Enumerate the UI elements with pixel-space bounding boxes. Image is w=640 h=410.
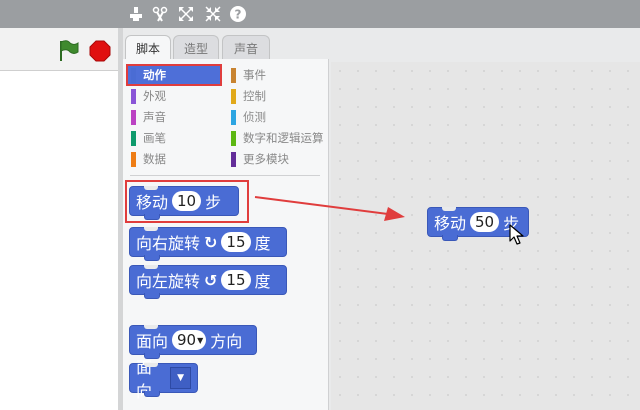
category-more-blocks[interactable]: 更多模块 xyxy=(231,150,328,168)
category-color-bar xyxy=(231,109,236,125)
category-color-bar xyxy=(231,130,236,146)
block-text: 方向 xyxy=(210,332,243,351)
block-text: 移动 xyxy=(434,214,467,233)
turn-left-block[interactable]: 向左旋转 ↺ 15 度 xyxy=(129,265,287,299)
direction-value: 90 xyxy=(177,331,197,349)
block-text: 向左旋转 xyxy=(136,272,201,291)
category-operators[interactable]: 数字和逻辑运算 xyxy=(231,129,328,147)
category-color-bar xyxy=(231,151,236,167)
rotate-cw-icon: ↻ xyxy=(204,232,218,252)
delete-icon[interactable] xyxy=(150,4,170,24)
category-label: 控制 xyxy=(243,89,266,103)
category-events[interactable]: 事件 xyxy=(231,66,328,84)
category-pen[interactable]: 画笔 xyxy=(131,129,226,147)
category-label: 声音 xyxy=(143,110,166,124)
mouse-cursor-icon xyxy=(509,224,524,245)
category-label: 数字和逻辑运算 xyxy=(243,131,324,145)
tab-sounds[interactable]: 声音 xyxy=(222,35,270,60)
help-icon[interactable]: ? xyxy=(228,4,248,24)
category-color-bar xyxy=(231,88,236,104)
degrees-input[interactable]: 15 xyxy=(221,232,251,252)
category-label: 外观 xyxy=(143,89,166,103)
steps-input[interactable]: 50 xyxy=(470,212,500,232)
green-flag-icon[interactable] xyxy=(57,39,79,63)
category-data[interactable]: 数据 xyxy=(131,150,226,168)
stage-panel xyxy=(0,28,118,410)
category-color-bar xyxy=(131,88,136,104)
category-looks[interactable]: 外观 xyxy=(131,87,226,105)
rotate-ccw-icon: ↺ xyxy=(204,270,218,290)
block-text: 面向 xyxy=(136,332,169,351)
point-towards-block[interactable]: 面向 ▼ xyxy=(129,358,198,401)
shrink-icon[interactable] xyxy=(203,4,223,24)
direction-input[interactable]: 90 ▼ xyxy=(172,330,207,350)
category-sound[interactable]: 声音 xyxy=(131,108,226,126)
category-label: 事件 xyxy=(243,68,266,82)
category-sensing[interactable]: 侦测 xyxy=(231,108,328,126)
help-label: ? xyxy=(235,8,242,22)
annotation-highlight-box xyxy=(125,180,249,223)
turn-right-block[interactable]: 向右旋转 ↻ 15 度 xyxy=(129,227,287,261)
category-control[interactable]: 控制 xyxy=(231,87,328,105)
annotation-arrow xyxy=(254,196,405,221)
tab-label: 脚本 xyxy=(135,42,160,56)
tab-label: 声音 xyxy=(233,41,258,56)
top-toolbar xyxy=(0,0,640,28)
block-text: 向右旋转 xyxy=(136,234,201,253)
category-separator xyxy=(130,175,320,176)
block-text: 度 xyxy=(254,272,271,291)
block-text: 度 xyxy=(254,234,271,253)
degrees-input[interactable]: 15 xyxy=(221,270,251,290)
tab-scripts[interactable]: 脚本 xyxy=(125,35,171,61)
tab-costumes[interactable]: 造型 xyxy=(173,35,219,60)
tab-label: 造型 xyxy=(183,41,208,56)
duplicate-icon[interactable] xyxy=(126,4,146,24)
category-list-right: 事件 控制 侦测 数字和逻辑运算 更多模块 xyxy=(231,66,328,168)
category-color-bar xyxy=(131,109,136,125)
annotation-highlight-box xyxy=(126,64,222,86)
stop-icon[interactable] xyxy=(89,40,111,62)
chevron-down-icon: ▼ xyxy=(197,335,204,345)
category-label: 更多模块 xyxy=(243,152,289,166)
category-color-bar xyxy=(131,130,136,146)
chevron-down-icon: ▼ xyxy=(177,373,185,383)
grow-icon[interactable] xyxy=(176,4,196,24)
block-text: 面向 xyxy=(136,358,153,401)
point-in-direction-block[interactable]: 面向 90 ▼ 方向 xyxy=(129,325,257,359)
category-label: 数据 xyxy=(143,152,166,166)
category-label: 画笔 xyxy=(143,131,166,145)
category-label: 侦测 xyxy=(243,110,266,124)
category-color-bar xyxy=(231,67,236,83)
category-color-bar xyxy=(131,151,136,167)
target-dropdown[interactable]: ▼ xyxy=(170,367,191,389)
